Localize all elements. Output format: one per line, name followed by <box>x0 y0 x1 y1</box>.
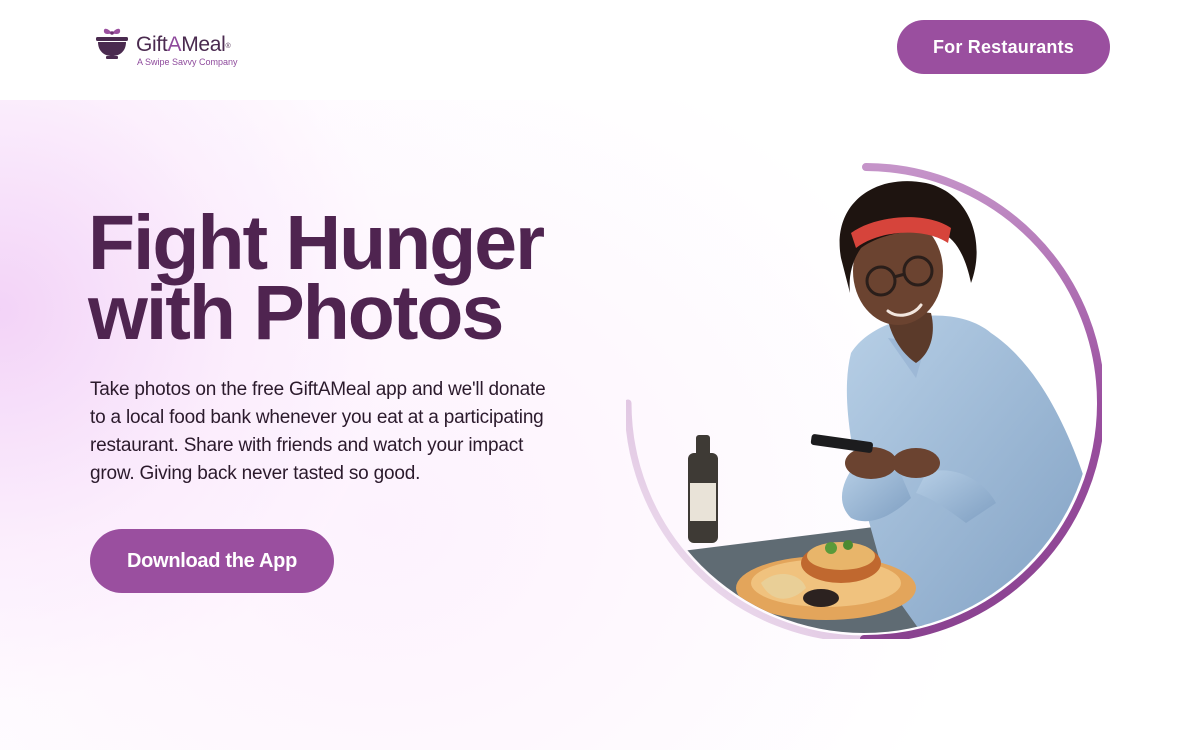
logo-wordmark: GiftAMeal® <box>136 33 231 56</box>
bowl-with-bow-icon <box>96 28 128 59</box>
hero-title-line-2: with Photos <box>88 270 504 356</box>
hero-section: Fight Hunger with Photos Take photos on … <box>0 100 1200 750</box>
for-restaurants-button[interactable]: For Restaurants <box>897 20 1110 74</box>
hero-description: Take photos on the free GiftAMeal app an… <box>90 379 546 484</box>
hero-title: Fight Hunger with Photos <box>88 200 608 356</box>
download-app-button[interactable]: Download the App <box>90 529 334 593</box>
logo-tagline: A Swipe Savvy Company <box>137 57 238 67</box>
hero-title-line-1: Fight Hunger <box>88 200 545 286</box>
hero-photo <box>626 163 1102 639</box>
woman-photographing-meal-image <box>626 163 1102 639</box>
page: GiftAMeal® A Swipe Savvy Company For Res… <box>0 0 1200 750</box>
site-header: GiftAMeal® A Swipe Savvy Company For Res… <box>0 0 1200 100</box>
giftameal-logo[interactable]: GiftAMeal® A Swipe Savvy Company <box>95 24 255 72</box>
